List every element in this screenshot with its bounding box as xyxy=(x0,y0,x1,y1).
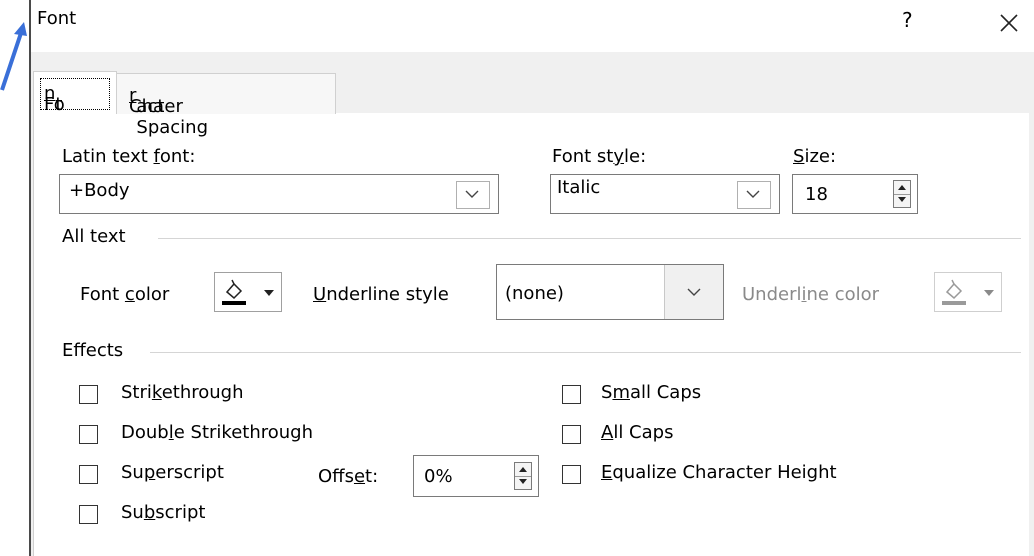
subscript-label: Subscript xyxy=(121,502,206,523)
underline-style-value: (none) xyxy=(505,283,564,304)
font-style-dropdown-button[interactable] xyxy=(737,175,779,213)
double-strikethrough-checkbox[interactable] xyxy=(79,425,98,444)
tab-character-spacing[interactable]: Cha r acter Spacing xyxy=(116,73,336,138)
offset-decrease-button[interactable] xyxy=(515,476,531,489)
strikethrough-label: Strikethrough xyxy=(121,382,244,403)
tab-font[interactable]: Fo n t xyxy=(33,71,117,115)
size-increase-button[interactable] xyxy=(894,181,910,195)
triangle-up-icon xyxy=(898,185,906,190)
dialog-title: Font xyxy=(37,8,77,29)
triangle-down-icon xyxy=(898,197,906,202)
paint-bucket-icon xyxy=(222,279,246,305)
underline-color-button xyxy=(934,272,1002,312)
size-value: 18 xyxy=(805,184,828,205)
close-icon[interactable] xyxy=(990,4,1026,40)
double-strikethrough-label: Double Strikethrough xyxy=(121,422,313,443)
triangle-down-icon xyxy=(519,479,527,484)
all-caps-checkbox[interactable] xyxy=(562,425,581,444)
offset-spinner[interactable]: 0% xyxy=(413,455,539,497)
dropdown-arrow-icon xyxy=(984,290,994,296)
subscript-checkbox[interactable] xyxy=(79,505,98,524)
effects-header: Effects xyxy=(62,340,124,361)
superscript-label: Superscript xyxy=(121,462,224,483)
font-color-label: Font color xyxy=(80,284,170,305)
strikethrough-checkbox[interactable] xyxy=(79,385,98,404)
equalize-height-checkbox[interactable] xyxy=(562,465,581,484)
chevron-down-icon xyxy=(687,288,701,296)
offset-spin-buttons[interactable] xyxy=(514,462,532,490)
equalize-height-label: Equalize Character Height xyxy=(601,462,837,483)
all-text-header: All text xyxy=(62,226,126,247)
offset-label: Offset: xyxy=(318,466,379,487)
underline-style-dropdown-button[interactable] xyxy=(664,265,723,319)
triangle-up-icon xyxy=(519,467,527,472)
all-caps-label: All Caps xyxy=(601,422,674,443)
underline-style-label: Underline style xyxy=(313,284,449,305)
font-color-button[interactable] xyxy=(214,272,282,312)
size-label: Size: xyxy=(793,146,837,167)
all-text-divider xyxy=(158,238,1021,239)
pointer-arrow-icon xyxy=(0,22,27,91)
latin-font-value: +Body xyxy=(69,180,130,201)
size-spin-buttons[interactable] xyxy=(893,180,911,208)
latin-font-combo[interactable]: +Body xyxy=(59,174,499,214)
help-button[interactable]: ? xyxy=(902,8,913,32)
effects-divider xyxy=(150,352,1021,353)
font-style-combo[interactable]: Italic xyxy=(550,174,780,214)
chevron-down-icon xyxy=(746,190,760,198)
underline-color-label: Underline color xyxy=(742,284,880,305)
underline-style-combo[interactable]: (none) xyxy=(496,264,724,320)
small-caps-label: Small Caps xyxy=(601,382,702,403)
superscript-checkbox[interactable] xyxy=(79,465,98,484)
size-spinner[interactable]: 18 xyxy=(792,174,918,214)
dropdown-arrow-icon xyxy=(264,290,274,296)
small-caps-checkbox[interactable] xyxy=(562,385,581,404)
offset-increase-button[interactable] xyxy=(515,463,531,477)
size-decrease-button[interactable] xyxy=(894,194,910,207)
dialog-title-bar xyxy=(31,0,1034,52)
latin-font-label: Latin text font: xyxy=(62,146,196,167)
paint-bucket-icon xyxy=(942,279,966,305)
latin-font-dropdown-button[interactable] xyxy=(456,175,498,213)
offset-value: 0% xyxy=(424,466,453,487)
font-style-label: Font style: xyxy=(552,146,647,167)
chevron-down-icon xyxy=(465,190,479,198)
font-style-value: Italic xyxy=(557,177,601,198)
